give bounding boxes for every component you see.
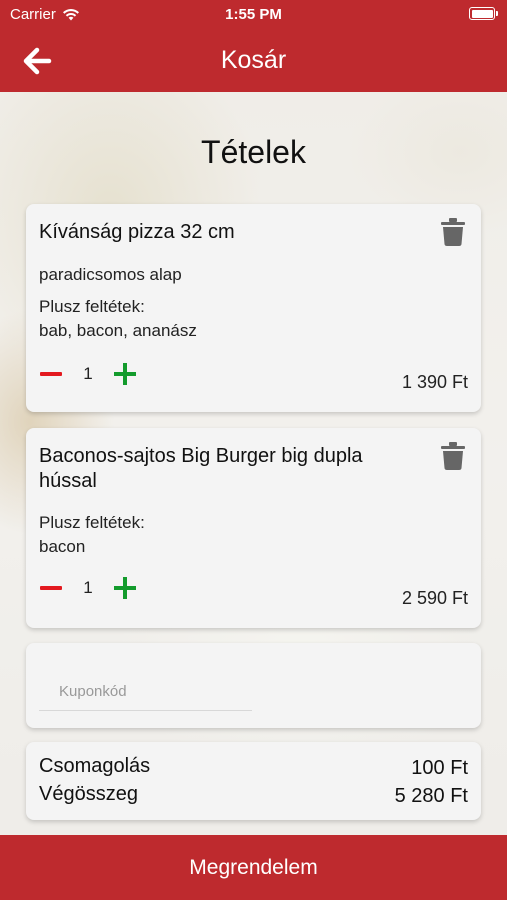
quantity-stepper: 1 bbox=[38, 360, 138, 388]
place-order-button[interactable]: Megrendelem bbox=[0, 835, 507, 900]
decrease-quantity-button[interactable] bbox=[38, 575, 64, 601]
quantity-stepper: 1 bbox=[38, 574, 138, 602]
coupon-code-input[interactable] bbox=[39, 673, 252, 711]
extras-label: Plusz feltétek: bbox=[39, 297, 145, 316]
extras-value: bab, bacon, ananász bbox=[39, 321, 197, 340]
total-value: 5 280 Ft bbox=[394, 785, 468, 807]
cart-item-card: Kívánság pizza 32 cm paradicsomos alap P… bbox=[26, 204, 481, 412]
item-price: 1 390 Ft bbox=[401, 372, 468, 392]
decrease-quantity-button[interactable] bbox=[38, 361, 64, 387]
status-bar: Carrier 1:55 PM bbox=[0, 0, 507, 28]
extras-label: Plusz feltétek: bbox=[39, 513, 145, 532]
quantity-value: 1 bbox=[83, 364, 93, 383]
increase-quantity-button[interactable] bbox=[112, 361, 138, 387]
quantity-value: 1 bbox=[83, 578, 93, 597]
item-price: 2 590 Ft bbox=[401, 588, 468, 608]
packaging-value: 100 Ft bbox=[411, 757, 468, 779]
increase-quantity-button[interactable] bbox=[112, 575, 138, 601]
battery-icon bbox=[469, 7, 498, 20]
coupon-card bbox=[26, 643, 481, 728]
header: Carrier 1:55 PM Kosár bbox=[0, 0, 507, 92]
total-label: Végösszeg bbox=[39, 783, 138, 805]
item-name: Baconos-sajtos Big Burger big dupla húss… bbox=[39, 445, 363, 492]
trash-icon[interactable] bbox=[441, 218, 465, 246]
nav-title: Kosár bbox=[220, 46, 287, 74]
item-name: Kívánság pizza 32 cm bbox=[39, 221, 235, 243]
trash-icon[interactable] bbox=[441, 442, 465, 470]
extras-value: bacon bbox=[39, 537, 86, 556]
item-base: paradicsomos alap bbox=[39, 265, 182, 284]
status-time: 1:55 PM bbox=[225, 6, 282, 23]
cart-item-card: Baconos-sajtos Big Burger big dupla húss… bbox=[26, 428, 481, 628]
section-title: Tételek bbox=[201, 134, 306, 170]
packaging-label: Csomagolás bbox=[39, 755, 151, 777]
summary-card: Csomagolás 100 Ft Végösszeg 5 280 Ft bbox=[26, 742, 481, 820]
